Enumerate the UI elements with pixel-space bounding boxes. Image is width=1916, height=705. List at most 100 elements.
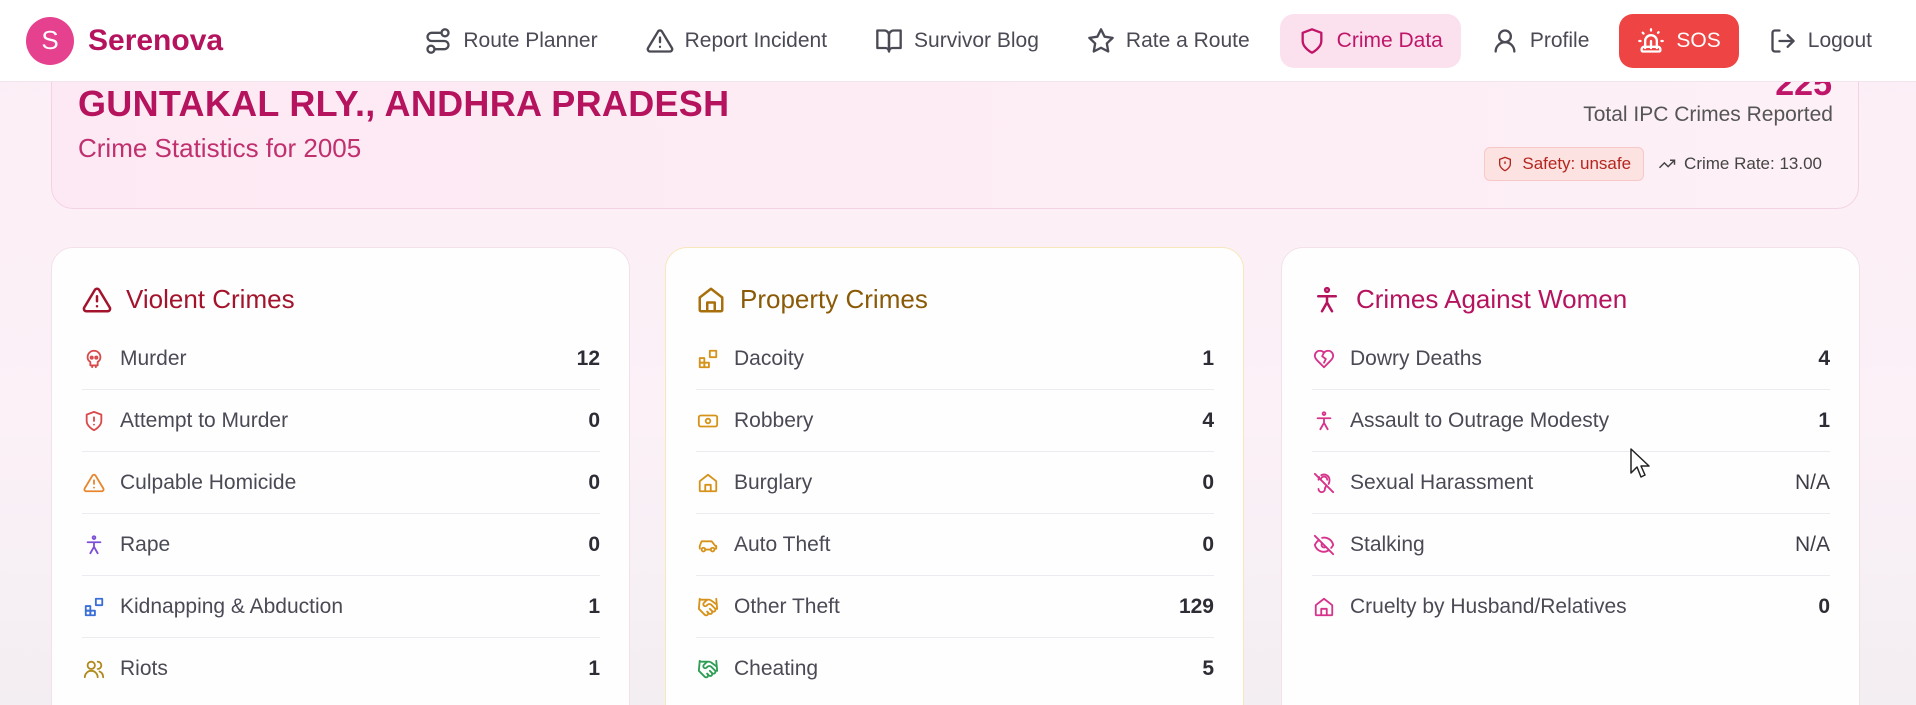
- list-item: Dowry Deaths 4: [1312, 328, 1830, 390]
- shield-alert-icon: [1499, 156, 1512, 172]
- eye-off-icon: [1312, 533, 1336, 557]
- crime-label: Riots: [120, 657, 168, 680]
- ear-off-icon: [1312, 471, 1336, 495]
- list-item: Stalking N/A: [1312, 514, 1830, 576]
- crime-value: 0: [588, 470, 600, 494]
- nav-report-incident[interactable]: Report Incident: [628, 14, 845, 68]
- violent-crimes-card: Violent Crimes Murder 12 Attempt to Murd…: [51, 247, 630, 705]
- crime-label: Auto Theft: [734, 532, 831, 556]
- alert-triangle-icon: [82, 286, 112, 312]
- crime-value: 5: [1202, 657, 1214, 680]
- crime-label: Dacoity: [734, 346, 805, 370]
- crime-value: 1: [588, 657, 600, 680]
- home-icon: [696, 471, 720, 495]
- safety-badge-label: Safety: unsafe: [1522, 154, 1632, 173]
- car-icon: [696, 533, 720, 557]
- list-item: Attempt to Murder 0: [82, 390, 600, 452]
- crimes-against-women-list: Dowry Deaths 4 Assault to Outrage Modest…: [1312, 328, 1830, 638]
- crime-label: Kidnapping & Abduction: [120, 594, 344, 618]
- handshake-icon: [696, 657, 720, 681]
- crime-label: Robbery: [734, 408, 814, 432]
- list-item: Culpable Homicide 0: [82, 452, 600, 514]
- nav-report-incident-label: Report Incident: [684, 28, 828, 52]
- crime-label: Cruelty by Husband/Relatives: [1350, 595, 1627, 618]
- crimes-against-women-card: Crimes Against Women Dowry Deaths 4 Assa…: [1281, 247, 1860, 705]
- crime-label: Assault to Outrage Modesty: [1350, 408, 1610, 432]
- crime-value: 1: [1818, 408, 1830, 432]
- nav-rate-a-route-label: Rate a Route: [1125, 28, 1250, 52]
- list-item: Cruelty by Husband/Relatives 0: [1312, 576, 1830, 638]
- safety-badge: Safety: unsafe: [1484, 147, 1645, 181]
- person-icon: [82, 533, 106, 557]
- crime-value: 1: [1202, 346, 1214, 370]
- heart-crack-icon: [1312, 347, 1336, 371]
- violent-crimes-title: Violent Crimes: [82, 284, 295, 315]
- siren-icon: [1638, 27, 1665, 53]
- nav-route-planner-label: Route Planner: [463, 28, 598, 52]
- banknote-icon: [696, 409, 720, 433]
- shield-alert-icon: [82, 409, 106, 433]
- crime-label: Attempt to Murder: [120, 408, 289, 432]
- crimes-against-women-title: Crimes Against Women: [1312, 284, 1627, 315]
- property-crimes-title-text: Property Crimes: [740, 284, 928, 314]
- location-title: GUNTAKAL RLY., ANDHRA PRADESH: [78, 83, 730, 124]
- alert-triangle-icon: [646, 28, 673, 53]
- crime-value: 1: [588, 594, 600, 618]
- property-crimes-title: Property Crimes: [696, 284, 928, 315]
- users-icon: [82, 657, 106, 681]
- star-icon: [1088, 27, 1114, 53]
- list-item: Other Theft 129: [696, 576, 1214, 638]
- list-item: Dacoity 1: [696, 328, 1214, 390]
- nav-logout-label: Logout: [1807, 28, 1872, 52]
- list-item: Cheating 5: [696, 638, 1214, 700]
- crime-value: N/A: [1794, 532, 1830, 556]
- violent-crimes-list: Murder 12 Attempt to Murder 0 Culpable H…: [82, 328, 600, 700]
- crime-value: 12: [576, 346, 600, 370]
- crime-value: 0: [588, 532, 600, 556]
- top-navbar: S Serenova Route Planner Report Incident…: [0, 0, 1916, 82]
- list-item: Rape 0: [82, 514, 600, 576]
- list-item: Sexual Harassment N/A: [1312, 452, 1830, 514]
- crime-value: 0: [1818, 595, 1830, 618]
- handshake-icon: [696, 595, 720, 619]
- nav-rate-a-route[interactable]: Rate a Route: [1069, 14, 1268, 68]
- crime-label: Dowry Deaths: [1350, 346, 1482, 370]
- blocks-icon: [696, 347, 720, 371]
- crime-value: N/A: [1794, 470, 1830, 494]
- nav-survivor-blog[interactable]: Survivor Blog: [857, 14, 1057, 68]
- crime-value: 0: [1202, 532, 1214, 556]
- crime-value: 129: [1178, 594, 1214, 618]
- list-item: Murder 12: [82, 328, 600, 390]
- list-item: Auto Theft 0: [696, 514, 1214, 576]
- list-item: Robbery 4: [696, 390, 1214, 452]
- skull-icon: [82, 347, 106, 371]
- nav-route-planner[interactable]: Route Planner: [406, 14, 615, 68]
- nav-menu: Route Planner Report Incident Survivor B…: [406, 13, 1890, 68]
- crimes-against-women-title-text: Crimes Against Women: [1356, 284, 1628, 314]
- crime-value: 4: [1202, 408, 1214, 432]
- nav-survivor-blog-label: Survivor Blog: [914, 28, 1039, 52]
- list-item: Kidnapping & Abduction 1: [82, 576, 600, 638]
- sos-label: SOS: [1676, 28, 1721, 52]
- list-item: Riots 1: [82, 638, 600, 700]
- crime-label: Sexual Harassment: [1350, 470, 1534, 494]
- brand[interactable]: S Serenova: [26, 16, 223, 65]
- nav-profile[interactable]: Profile: [1473, 14, 1608, 68]
- location-subtitle: Crime Statistics for 2005: [78, 133, 362, 163]
- mouse-cursor-icon: [1630, 448, 1650, 478]
- property-crimes-list: Dacoity 1 Robbery 4 Burglary 0 Auto Thef…: [696, 328, 1214, 700]
- nav-crime-data[interactable]: Crime Data: [1279, 13, 1461, 68]
- home-icon: [698, 287, 724, 312]
- crime-value: 0: [1202, 470, 1214, 494]
- person-icon: [1317, 286, 1337, 312]
- nav-logout[interactable]: Logout: [1751, 14, 1890, 68]
- shield-icon: [1301, 27, 1323, 54]
- sos-button[interactable]: SOS: [1619, 13, 1739, 68]
- route-icon: [426, 27, 451, 54]
- user-icon: [1494, 28, 1516, 53]
- trending-up-icon: [1659, 159, 1676, 169]
- crime-label: Other Theft: [734, 594, 840, 618]
- crime-label: Burglary: [734, 470, 813, 494]
- crime-value: 4: [1818, 346, 1830, 370]
- crime-label: Culpable Homicide: [120, 470, 297, 494]
